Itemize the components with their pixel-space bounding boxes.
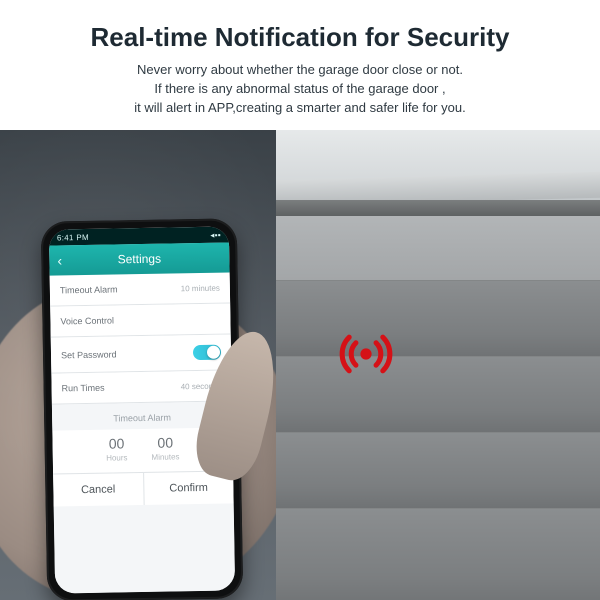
headline: Real-time Notification for Security [0, 0, 600, 61]
door-panel [276, 432, 600, 510]
photo-right-garage [276, 130, 600, 600]
row-value: 10 minutes [181, 283, 220, 293]
door-panel [276, 356, 600, 434]
picker-minutes-value: 00 [157, 434, 173, 450]
picker-hours-value: 00 [109, 435, 125, 451]
wall [276, 216, 600, 280]
subtext-line: If there is any abnormal status of the g… [154, 81, 445, 96]
row-run-times[interactable]: Run Times 40 seconds [51, 370, 232, 404]
row-label: Set Password [61, 349, 117, 360]
row-voice-control[interactable]: Voice Control [50, 303, 231, 337]
status-time: 6:41 PM [57, 232, 89, 242]
back-icon[interactable]: ‹ [57, 252, 62, 268]
scene: 6:41 PM ◂▪▪ ‹ Settings Timeout Alarm 10 … [0, 130, 600, 600]
subtext: Never worry about whether the garage doo… [0, 61, 600, 134]
row-label: Voice Control [60, 315, 114, 326]
promo-page: Real-time Notification for Security Neve… [0, 0, 600, 600]
app-bar: ‹ Settings [49, 242, 229, 275]
row-label: Run Times [62, 383, 105, 394]
garage-door [276, 280, 600, 600]
picker-minutes[interactable]: 00 Minutes [151, 434, 179, 461]
app-title: Settings [118, 252, 162, 267]
picker-minutes-label: Minutes [151, 452, 179, 461]
toggle-switch-on[interactable] [193, 345, 221, 360]
row-timeout-alarm[interactable]: Timeout Alarm 10 minutes [50, 272, 231, 306]
picker-hours-label: Hours [106, 453, 127, 462]
alert-signal-icon [338, 326, 394, 382]
photo-left-hand-phone: 6:41 PM ◂▪▪ ‹ Settings Timeout Alarm 10 … [0, 130, 276, 600]
soffit [276, 200, 600, 216]
subtext-line: Never worry about whether the garage doo… [137, 62, 463, 77]
row-label: Timeout Alarm [60, 284, 118, 295]
picker-buttons: Cancel Confirm [53, 470, 234, 506]
picker-hours[interactable]: 00 Hours [106, 435, 128, 462]
row-set-password[interactable]: Set Password [51, 334, 232, 373]
subtext-line: it will alert in APP,creating a smarter … [134, 100, 465, 115]
door-panel [276, 280, 600, 358]
status-icons: ◂▪▪ [210, 230, 221, 239]
door-panel [276, 508, 600, 600]
cancel-button[interactable]: Cancel [53, 473, 144, 507]
